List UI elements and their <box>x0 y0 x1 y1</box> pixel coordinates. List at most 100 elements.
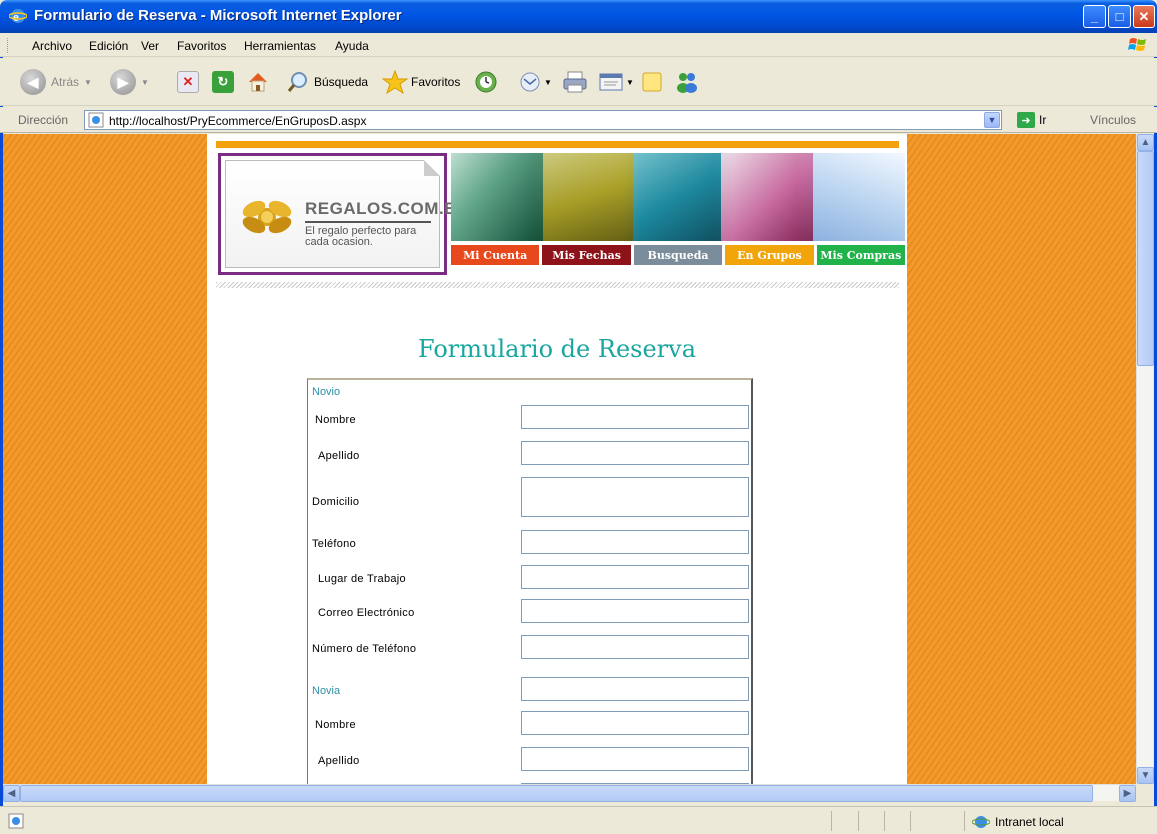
favorites-button[interactable]: Favoritos <box>382 66 460 98</box>
header-divider <box>216 282 899 288</box>
nav-mis-fechas[interactable]: Mis Fechas <box>542 245 631 265</box>
links-label[interactable]: Vínculos <box>1090 113 1136 127</box>
horizontal-scrollbar[interactable]: ◀ ▶ <box>3 784 1136 802</box>
vertical-scroll-thumb[interactable] <box>1137 151 1154 366</box>
security-zone[interactable]: Intranet local <box>972 814 1064 830</box>
header-banner-image <box>451 153 905 241</box>
input-novio-numero-telefono[interactable] <box>521 635 749 659</box>
search-icon <box>287 72 307 92</box>
label-novio-numero-telefono: Número de Teléfono <box>312 643 417 655</box>
input-novia-section[interactable] <box>521 677 749 701</box>
back-arrow-icon: ◀ <box>20 69 46 95</box>
nav-en-grupos[interactable]: En Grupos <box>725 245 814 265</box>
scroll-right-icon[interactable]: ▶ <box>1119 785 1136 802</box>
site-logo[interactable]: REGALOS.COM.EC El regalo perfecto para c… <box>218 153 468 275</box>
status-divider <box>858 811 859 831</box>
label-novio-nombre: Nombre <box>315 414 356 426</box>
home-icon <box>249 73 267 92</box>
header-accent-bar <box>216 141 899 148</box>
maximize-button[interactable]: □ <box>1108 5 1131 28</box>
label-novia-nombre: Nombre <box>315 719 356 731</box>
back-dropdown-icon: ▼ <box>84 77 92 87</box>
mail-icon <box>520 72 540 92</box>
page-content: REGALOS.COM.EC El regalo perfecto para c… <box>207 134 907 784</box>
refresh-button[interactable]: ↻ <box>212 66 234 98</box>
browser-window: e Formulario de Reserva - Microsoft Inte… <box>0 0 1157 834</box>
gift-bow-icon <box>242 200 292 234</box>
input-novia-apellido[interactable] <box>521 747 749 771</box>
scroll-up-icon[interactable]: ▲ <box>1137 134 1154 151</box>
menu-edicion[interactable]: Edición <box>89 39 128 53</box>
favorites-label: Favoritos <box>411 75 461 89</box>
messenger-button[interactable] <box>674 66 700 98</box>
logo-card: REGALOS.COM.EC El regalo perfecto para c… <box>225 160 468 268</box>
input-novio-nombre[interactable] <box>521 405 749 429</box>
address-dropdown-icon[interactable]: ▼ <box>984 112 1000 128</box>
menu-herramientas[interactable]: Herramientas <box>244 39 316 53</box>
status-bar: Intranet local <box>0 806 1157 834</box>
mail-dropdown-icon: ▼ <box>544 77 552 87</box>
brand-name: REGALOS.COM.EC <box>305 199 469 218</box>
svg-text:e: e <box>13 9 19 24</box>
input-novia-nombre[interactable] <box>521 711 749 735</box>
page-viewport: REGALOS.COM.EC El regalo perfecto para c… <box>3 134 1136 784</box>
address-url: http://localhost/PryEcommerce/EnGruposD.… <box>109 114 367 128</box>
label-novio-apellido: Apellido <box>318 450 360 462</box>
title-bar[interactable]: e Formulario de Reserva - Microsoft Inte… <box>0 0 1157 33</box>
notes-icon <box>642 72 662 92</box>
go-label: Ir <box>1039 113 1047 127</box>
site-nav: Mi Cuenta Mis Fechas Busqueda En Grupos … <box>451 245 906 265</box>
section-novio: Novio <box>312 386 341 398</box>
nav-mis-compras[interactable]: Mis Compras <box>816 245 906 265</box>
close-button[interactable]: ✕ <box>1133 5 1155 28</box>
scroll-down-icon[interactable]: ▼ <box>1137 767 1154 784</box>
label-novia-apellido: Apellido <box>318 755 360 767</box>
input-novio-apellido[interactable] <box>521 441 749 465</box>
menu-ver[interactable]: Ver <box>141 39 159 53</box>
scrollbar-corner <box>1136 784 1153 801</box>
window-title: Formulario de Reserva - Microsoft Intern… <box>34 7 402 24</box>
forward-button[interactable]: ▶ ▼ <box>110 66 149 98</box>
status-page-icon <box>8 813 24 829</box>
discuss-button[interactable] <box>640 66 664 98</box>
scroll-left-icon[interactable]: ◀ <box>3 785 20 802</box>
edit-button[interactable]: ▼ <box>598 66 634 98</box>
label-novio-domicilio: Domicilio <box>312 496 360 508</box>
history-icon <box>475 71 497 93</box>
home-button[interactable] <box>246 66 270 98</box>
status-divider <box>831 811 832 831</box>
forward-arrow-icon: ▶ <box>110 69 136 95</box>
form-title: Formulario de Reserva <box>417 335 696 363</box>
minimize-button[interactable]: _ <box>1083 5 1106 28</box>
stop-button[interactable]: ✕ <box>177 66 199 98</box>
page-icon <box>88 112 104 128</box>
menu-ayuda[interactable]: Ayuda <box>335 39 369 53</box>
history-button[interactable] <box>473 66 499 98</box>
label-novio-telefono: Teléfono <box>312 538 356 550</box>
label-novio-lugar-trabajo: Lugar de Trabajo <box>318 573 406 585</box>
forward-dropdown-icon: ▼ <box>141 77 149 87</box>
vertical-scrollbar[interactable]: ▲ ▼ <box>1136 134 1154 784</box>
menu-favoritos[interactable]: Favoritos <box>177 39 226 53</box>
print-icon <box>563 71 587 93</box>
horizontal-scroll-thumb[interactable] <box>20 785 1093 802</box>
back-button[interactable]: ◀ Atrás ▼ <box>20 66 92 98</box>
go-arrow-icon: ➜ <box>1017 112 1035 128</box>
go-button[interactable]: ➜ Ir <box>1017 112 1046 128</box>
input-novio-lugar-trabajo[interactable] <box>521 565 749 589</box>
windows-logo-icon <box>1128 38 1146 51</box>
input-novio-domicilio[interactable] <box>521 477 749 517</box>
search-button[interactable]: Búsqueda <box>286 66 368 98</box>
input-novio-correo[interactable] <box>521 599 749 623</box>
status-divider <box>910 811 911 831</box>
menu-archivo[interactable]: Archivo <box>32 39 72 53</box>
address-label: Dirección <box>18 113 69 127</box>
nav-busqueda[interactable]: Busqueda <box>633 245 723 265</box>
ie-icon: e <box>9 9 27 24</box>
nav-mi-cuenta[interactable]: Mi Cuenta <box>451 245 540 265</box>
address-field[interactable]: http://localhost/PryEcommerce/EnGruposD.… <box>84 110 1002 130</box>
favorites-star-icon <box>382 69 408 95</box>
input-novio-telefono[interactable] <box>521 530 749 554</box>
print-button[interactable] <box>562 66 588 98</box>
mail-button[interactable]: ▼ <box>518 66 552 98</box>
